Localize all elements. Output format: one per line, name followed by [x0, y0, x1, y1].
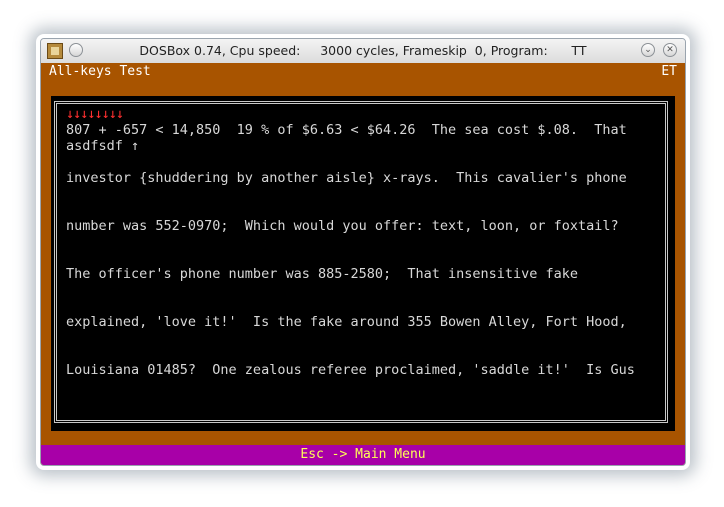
- dosbox-window: DOSBox 0.74, Cpu speed: 3000 cycles, Fra…: [40, 38, 686, 466]
- chevron-down-icon: ⌄: [644, 45, 652, 55]
- text-line: explained, 'love it!' Is the fake around…: [66, 314, 627, 330]
- text-panel: ↓↓↓↓↓↓↓↓ 807 + -657 < 14,850 19 % of $6.…: [51, 96, 675, 431]
- text-line: Louisiana 01485? One zealous referee pro…: [66, 362, 635, 378]
- dos-screen[interactable]: All-keys Test ET ↓↓↓↓↓↓↓↓ 807 + -657 < 1…: [41, 63, 685, 465]
- text-line: investor {shuddering by another aisle} x…: [66, 170, 627, 186]
- footer-bar: Esc -> Main Menu: [41, 445, 685, 465]
- circle-icon[interactable]: [69, 43, 83, 57]
- screen-header-right: ET: [661, 64, 677, 79]
- text-line: number was 552-0970; Which would you off…: [66, 218, 619, 234]
- close-button[interactable]: ✕: [663, 43, 677, 57]
- arrow-keys-line: ↓↓↓↓↓↓↓↓: [66, 106, 124, 122]
- minimize-button[interactable]: ⌄: [641, 43, 655, 57]
- window-title: DOSBox 0.74, Cpu speed: 3000 cycles, Fra…: [139, 43, 587, 58]
- text-line: 807 + -657 < 14,850 19 % of $6.63 < $64.…: [66, 122, 627, 138]
- screen-title: All-keys Test: [49, 64, 151, 79]
- typed-input-line: asdfsdf ↑: [66, 138, 140, 154]
- text-line: The officer's phone number was 885-2580;…: [66, 266, 579, 282]
- title-bar[interactable]: DOSBox 0.74, Cpu speed: 3000 cycles, Fra…: [41, 39, 685, 64]
- main-menu-hint: Esc -> Main Menu: [300, 447, 426, 462]
- dosbox-icon[interactable]: [47, 43, 63, 59]
- close-icon: ✕: [666, 45, 674, 55]
